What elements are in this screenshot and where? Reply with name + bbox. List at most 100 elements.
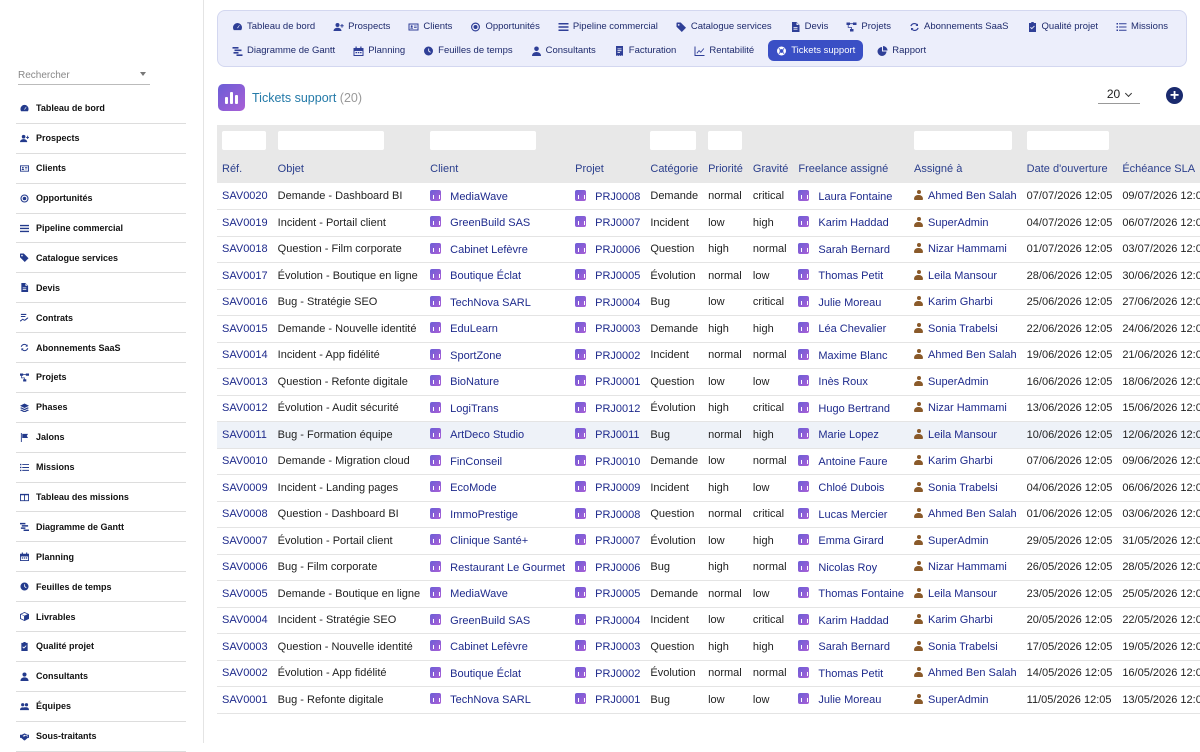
user-link[interactable]: Sonia Trabelsi (928, 641, 998, 653)
user-link[interactable]: Nizar Hammami (928, 243, 1007, 255)
ticket-ref-link[interactable]: SAV0011 (222, 429, 267, 441)
tab-diagramme-de-gantt[interactable]: Diagramme de Gantt (228, 40, 339, 61)
user-link[interactable]: Leila Mansour (928, 429, 997, 441)
user-link[interactable]: Leila Mansour (928, 588, 997, 600)
table-row[interactable]: SAV0014 Incident - App fidélité SportZone P… (217, 342, 1200, 369)
sidebar-item-tableau-des-missions[interactable]: Tableau des missions (16, 483, 186, 513)
column-filter-input[interactable] (222, 130, 266, 150)
record-link[interactable]: PRJ0007 (595, 217, 640, 229)
record-link[interactable]: PRJ0001 (595, 376, 640, 388)
record-link[interactable]: Cabinet Lefèvre (450, 641, 528, 653)
record-link[interactable]: BioNature (450, 376, 499, 388)
column-header[interactable]: Date d'ouverture (1021, 155, 1118, 183)
sidebar-item-phases[interactable]: Phases (16, 393, 186, 423)
record-link[interactable]: Karim Haddad (818, 217, 888, 229)
ticket-ref-link[interactable]: SAV0013 (222, 376, 268, 388)
tab-planning[interactable]: Planning (349, 40, 409, 61)
record-link[interactable]: Chloé Dubois (818, 482, 884, 494)
column-header[interactable]: Freelance assigné (793, 155, 909, 183)
user-link[interactable]: Ahmed Ben Salah (928, 190, 1017, 202)
record-link[interactable]: PRJ0003 (595, 641, 640, 653)
sidebar-item-planning[interactable]: Planning (16, 542, 186, 573)
record-link[interactable]: Karim Haddad (818, 615, 888, 627)
ticket-ref-link[interactable]: SAV0001 (222, 694, 268, 706)
column-filter-input[interactable] (914, 130, 1012, 150)
tab-abonnements-saas[interactable]: Abonnements SaaS (905, 16, 1013, 37)
user-link[interactable]: Ahmed Ben Salah (928, 508, 1017, 520)
table-row[interactable]: SAV0010 Demande - Migration cloud FinConse… (217, 448, 1200, 475)
ticket-ref-link[interactable]: SAV0006 (222, 561, 268, 573)
tab-qualite-projet[interactable]: Qualité projet (1023, 16, 1103, 37)
column-header[interactable]: Catégorie (645, 155, 704, 183)
record-link[interactable]: Thomas Petit (818, 270, 883, 282)
tab-catalogue-services[interactable]: Catalogue services (672, 16, 776, 37)
sidebar-item-projets[interactable]: Projets (16, 363, 186, 393)
tab-prospects[interactable]: Prospects (329, 16, 394, 37)
user-link[interactable]: Sonia Trabelsi (928, 323, 998, 335)
record-link[interactable]: Cabinet Lefèvre (450, 244, 528, 256)
record-link[interactable]: Boutique Éclat (450, 270, 521, 282)
tab-pipeline-commercial[interactable]: Pipeline commercial (554, 16, 662, 37)
record-link[interactable]: FinConseil (450, 456, 502, 468)
sidebar-item-livrables[interactable]: Livrables (16, 602, 186, 633)
table-row[interactable]: SAV0020 Demande - Dashboard BI MediaWave PR… (217, 183, 1200, 210)
sidebar-item-abonnements-saas[interactable]: Abonnements SaaS (16, 333, 186, 364)
sidebar-item-feuilles-de-temps[interactable]: Feuilles de temps (16, 572, 186, 603)
record-link[interactable]: Emma Girard (818, 535, 883, 547)
user-link[interactable]: Karim Gharbi (928, 296, 993, 308)
record-link[interactable]: PRJ0012 (595, 403, 640, 415)
record-link[interactable]: Clinique Santé+ (450, 535, 528, 547)
caret-down-icon[interactable] (140, 72, 146, 76)
tab-tableau-de-bord[interactable]: Tableau de bord (228, 16, 319, 37)
sidebar-item-pipeline-commercial[interactable]: Pipeline commercial (16, 214, 186, 244)
column-filter-input[interactable] (650, 130, 697, 150)
user-link[interactable]: Nizar Hammami (928, 561, 1007, 573)
record-link[interactable]: MediaWave (450, 588, 508, 600)
user-link[interactable]: SuperAdmin (928, 376, 989, 388)
record-link[interactable]: Sarah Bernard (818, 244, 890, 256)
ticket-ref-link[interactable]: SAV0003 (222, 641, 268, 653)
record-link[interactable]: Léa Chevalier (818, 323, 886, 335)
sidebar-item-catalogue-services[interactable]: Catalogue services (16, 243, 186, 274)
record-link[interactable]: PRJ0010 (595, 456, 640, 468)
record-link[interactable]: Julie Moreau (818, 694, 881, 706)
sidebar-item-tableau-de-bord[interactable]: Tableau de bord (16, 94, 186, 124)
sidebar-item-qualite-projet[interactable]: Qualité projet (16, 632, 186, 662)
ticket-ref-link[interactable]: SAV0019 (222, 217, 268, 229)
column-filter-input[interactable] (430, 130, 537, 150)
user-link[interactable]: Ahmed Ben Salah (928, 667, 1017, 679)
tab-rentabilite[interactable]: Rentabilité (690, 40, 758, 61)
sidebar-item-consultants[interactable]: Consultants (16, 662, 186, 692)
record-link[interactable]: Sarah Bernard (818, 641, 890, 653)
record-link[interactable]: PRJ0006 (595, 244, 640, 256)
sidebar-item-sous-traitants[interactable]: Sous-traitants (16, 722, 186, 752)
record-link[interactable]: Maxime Blanc (818, 350, 887, 362)
table-row[interactable]: SAV0006 Bug - Film corporate Restaurant Le… (217, 554, 1200, 581)
user-link[interactable]: SuperAdmin (928, 217, 989, 229)
table-row[interactable]: SAV0001 Bug - Refonte digitale TechNova SA… (217, 687, 1200, 713)
table-row[interactable]: SAV0005 Demande - Boutique en ligne MediaW… (217, 581, 1200, 607)
table-row[interactable]: SAV0003 Question - Nouvelle identité Cabin… (217, 634, 1200, 660)
user-link[interactable]: Ahmed Ben Salah (928, 349, 1017, 361)
ticket-ref-link[interactable]: SAV0004 (222, 614, 268, 626)
record-link[interactable]: LogiTrans (450, 403, 499, 415)
record-link[interactable]: EduLearn (450, 323, 498, 335)
table-row[interactable]: SAV0007 Évolution - Portail client Cliniqu… (217, 528, 1200, 554)
record-link[interactable]: PRJ0005 (595, 270, 640, 282)
column-header[interactable]: Réf. (217, 155, 273, 183)
record-link[interactable]: PRJ0008 (595, 191, 640, 203)
user-link[interactable]: SuperAdmin (928, 694, 989, 706)
ticket-ref-link[interactable]: SAV0016 (222, 296, 268, 308)
column-header[interactable]: Échéance SLA (1117, 155, 1200, 183)
record-link[interactable]: Lucas Mercier (818, 509, 887, 521)
tab-rapport[interactable]: Rapport (873, 40, 930, 61)
record-link[interactable]: Boutique Éclat (450, 668, 521, 680)
sidebar-item-jalons[interactable]: Jalons (16, 423, 186, 453)
ticket-ref-link[interactable]: SAV0015 (222, 323, 268, 335)
record-link[interactable]: TechNova SARL (450, 297, 531, 309)
record-link[interactable]: TechNova SARL (450, 694, 531, 706)
tab-consultants[interactable]: Consultants (527, 40, 600, 61)
record-link[interactable]: Nicolas Roy (818, 562, 877, 574)
record-link[interactable]: MediaWave (450, 191, 508, 203)
sidebar-item-missions[interactable]: Missions (16, 453, 186, 483)
